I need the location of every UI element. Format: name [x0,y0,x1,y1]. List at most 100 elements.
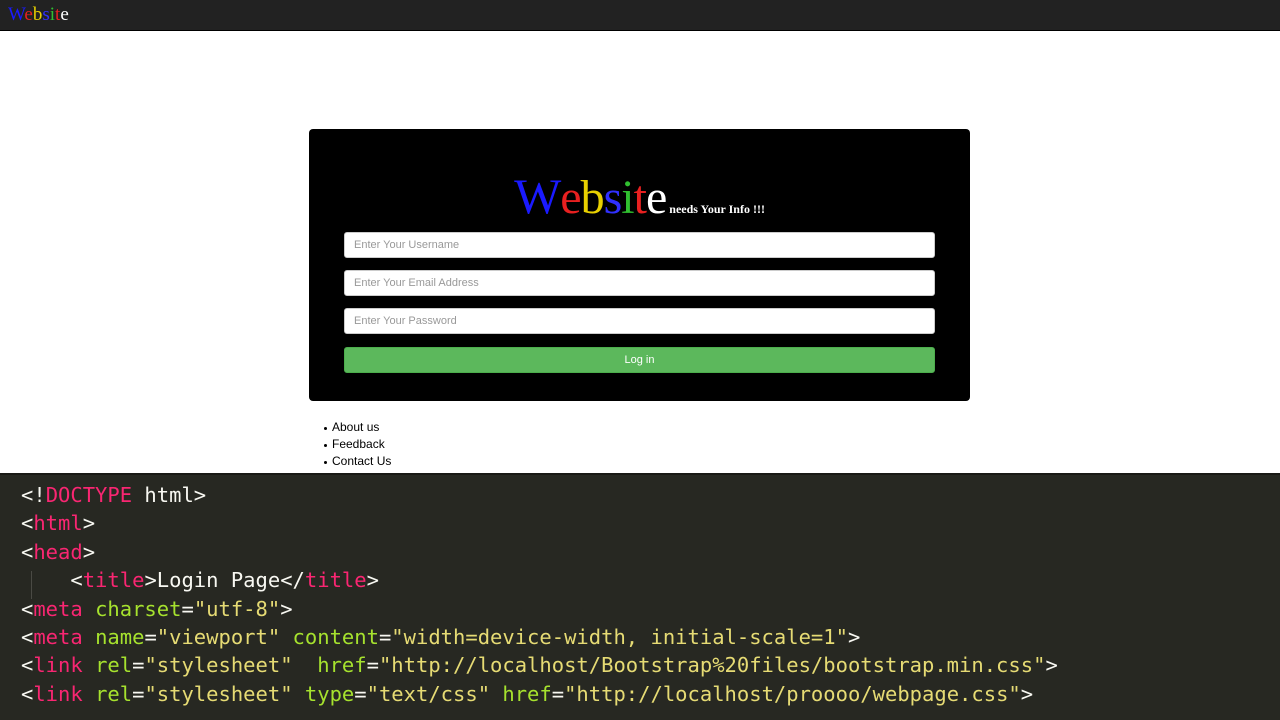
code-token: rel [95,653,133,678]
code-token: < [21,568,83,593]
code-token: "text/css" [366,681,491,706]
logo-letter: b [580,171,605,224]
brand-letter: e [24,4,33,25]
bullet-icon [324,444,327,447]
code-token: = [551,681,565,706]
code-token: = [378,625,392,650]
code-editor-panel[interactable]: <!DOCTYPE html> <html> <head> <title>Login… [0,473,1280,720]
login-button[interactable]: Log in [344,347,935,373]
code-token: > [847,625,861,650]
code-token: "stylesheet" [144,653,293,678]
code-token: < [21,511,34,536]
code-line: <link rel="stylesheet" type="text/css" h… [21,680,1058,708]
code-token: < [21,653,34,678]
footer-links: About us Feedback Contact Us [324,419,391,470]
username-input[interactable] [344,232,935,258]
code-token: < [21,625,34,650]
code-token: >Login Page</ [144,568,305,593]
code-token: html [33,511,83,536]
brand-letter: s [42,4,50,25]
code-token: charset [95,596,182,621]
code-token: title [304,568,367,593]
code-token: "http://localhost/proooo/webpage.css" [564,681,1021,706]
logo-letter: e [645,171,667,224]
code-token: href [317,653,367,678]
code-line: <meta charset="utf-8"> [21,595,1058,623]
logo-letter: i [621,171,634,224]
code-token: html> [132,483,207,507]
code-token: > [1020,681,1034,706]
code-token: name [95,625,145,650]
code-line: <meta name="viewport" content="width=dev… [21,623,1058,651]
code-token: <! [21,483,46,507]
code-token: = [132,681,145,706]
password-input[interactable] [344,308,935,334]
code-line: <head> [21,538,1058,566]
code-token: < [21,539,34,564]
code-token: "utf-8" [193,596,281,621]
logo-letter: t [633,171,647,224]
code-token: head [33,539,83,564]
code-token: > [366,568,379,593]
feedback-link[interactable]: Feedback [332,436,385,453]
code-token: link [33,681,83,706]
code-token: "stylesheet" [144,681,293,706]
login-card: Websiteneeds Your Info !!! Log in [309,129,970,401]
code-token: > [82,539,96,564]
code-line: <title>Login Page</title> [21,566,1058,594]
code-token: "http://localhost/Bootstrap%20files/boot… [378,653,1046,678]
code-token: href [502,681,552,706]
code-token: "viewport" [156,625,281,650]
contact-us-link[interactable]: Contact Us [332,453,391,470]
code-block[interactable]: <!DOCTYPE html> <html> <head> <title>Login… [21,481,1058,708]
code-token: = [366,653,379,678]
brand-letter: e [60,4,69,25]
code-token: rel [95,681,133,706]
code-line: <html> [21,509,1058,537]
code-token: meta [33,596,83,621]
logo-letter: W [514,168,561,224]
code-token: = [132,653,145,678]
about-us-link[interactable]: About us [332,419,379,436]
code-token: = [354,681,367,706]
brand-letter: b [32,4,43,25]
logo-letter: s [603,171,623,224]
bullet-icon [324,461,327,464]
login-headline: Website needs Your Info !!! [309,169,970,225]
login-tagline: needs Your Info !!! [669,202,765,216]
logo-letter: e [560,171,581,224]
brand-letter: W [8,4,25,25]
code-token: > [82,511,96,536]
bullet-icon [324,427,327,430]
code-token: type [304,681,355,706]
footer-link-item: About us [324,419,391,436]
code-token: title [82,568,145,593]
code-token: = [181,596,194,621]
code-line: <!DOCTYPE html> [21,481,1058,509]
code-token: > [280,596,293,621]
code-token: link [33,653,83,678]
code-token: > [1045,653,1058,678]
code-token: content [292,625,379,650]
footer-link-item: Feedback [324,436,391,453]
navbar: Website [0,0,1280,31]
code-token: "width=device-width, initial-scale=1" [391,625,848,650]
code-token: < [21,596,34,621]
code-token: DOCTYPE [45,483,133,507]
code-token: = [144,625,157,650]
email-input[interactable] [344,270,935,296]
code-token: meta [33,625,83,650]
footer-link-item: Contact Us [324,453,391,470]
login-logo: Website [514,168,667,224]
brand-logo-link[interactable]: Website [8,3,69,27]
code-token: < [21,681,34,706]
code-line: <link rel="stylesheet" href="http://loca… [21,651,1058,679]
